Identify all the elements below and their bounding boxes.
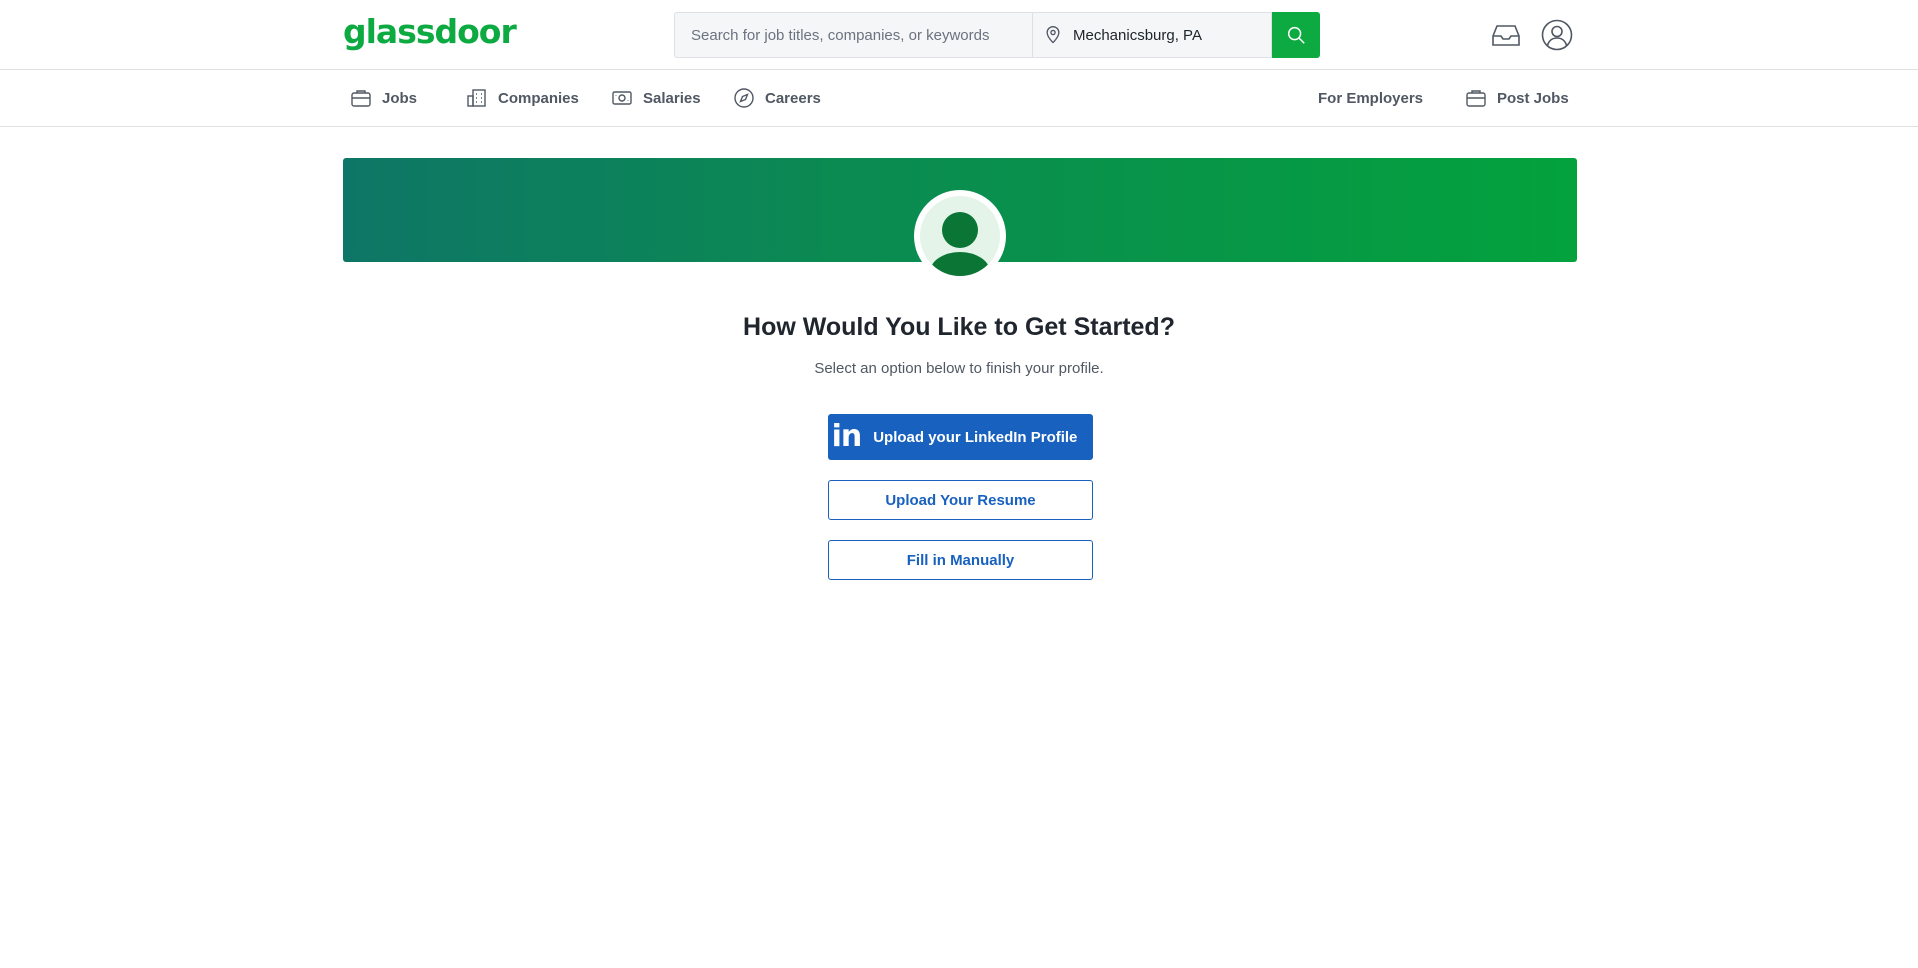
upload-linkedin-button[interactable]: in Upload your LinkedIn Profile	[828, 414, 1093, 460]
location-input[interactable]	[1071, 25, 1265, 45]
search-button[interactable]	[1272, 12, 1320, 58]
nav-item-post-jobs[interactable]: Post Jobs	[1465, 70, 1569, 126]
nav-label: Jobs	[382, 89, 418, 107]
page-subtitle: Select an option below to finish your pr…	[814, 360, 1104, 377]
nav-label: For Employers	[1318, 89, 1424, 107]
location-field-wrapper[interactable]	[1032, 12, 1272, 58]
compass-icon	[734, 88, 754, 108]
linkedin-icon: in	[831, 419, 863, 454]
profile-button[interactable]	[1539, 17, 1575, 53]
nav-label: Companies	[498, 89, 579, 107]
glassdoor-logo[interactable]: glassdoor	[343, 12, 517, 51]
upload-resume-button[interactable]: Upload Your Resume	[828, 480, 1093, 520]
location-pin-icon	[1046, 26, 1060, 44]
top-header: glassdoor	[0, 0, 1918, 70]
person-icon	[920, 196, 1000, 276]
search-input[interactable]	[674, 12, 1032, 58]
nav-label: Post Jobs	[1497, 89, 1569, 107]
briefcase-icon	[351, 90, 371, 107]
inbox-icon	[1492, 25, 1520, 46]
avatar	[914, 190, 1006, 282]
nav-label: Salaries	[643, 89, 701, 107]
avatar-body-shape	[930, 252, 990, 276]
fill-manually-button[interactable]: Fill in Manually	[828, 540, 1093, 580]
search-icon	[1287, 26, 1305, 44]
search-bar	[674, 12, 1320, 58]
nav-item-jobs[interactable]: Jobs	[350, 70, 417, 126]
nav-item-salaries[interactable]: Salaries	[611, 70, 701, 126]
nav-item-companies[interactable]: Companies	[466, 70, 579, 126]
main-nav: Jobs Companies Salaries Careers For Empl…	[0, 70, 1918, 127]
upload-linkedin-label: Upload your LinkedIn Profile	[873, 428, 1078, 446]
page-title: How Would You Like to Get Started?	[743, 313, 1175, 341]
nav-label: Careers	[765, 89, 821, 107]
briefcase-icon	[1466, 90, 1486, 107]
nav-item-careers[interactable]: Careers	[733, 70, 821, 126]
money-icon	[612, 91, 632, 105]
inbox-button[interactable]	[1488, 17, 1524, 53]
avatar-head-shape	[942, 212, 978, 248]
user-profile-icon	[1541, 19, 1573, 51]
nav-item-for-employers[interactable]: For Employers	[1318, 70, 1423, 126]
building-icon	[467, 89, 486, 107]
